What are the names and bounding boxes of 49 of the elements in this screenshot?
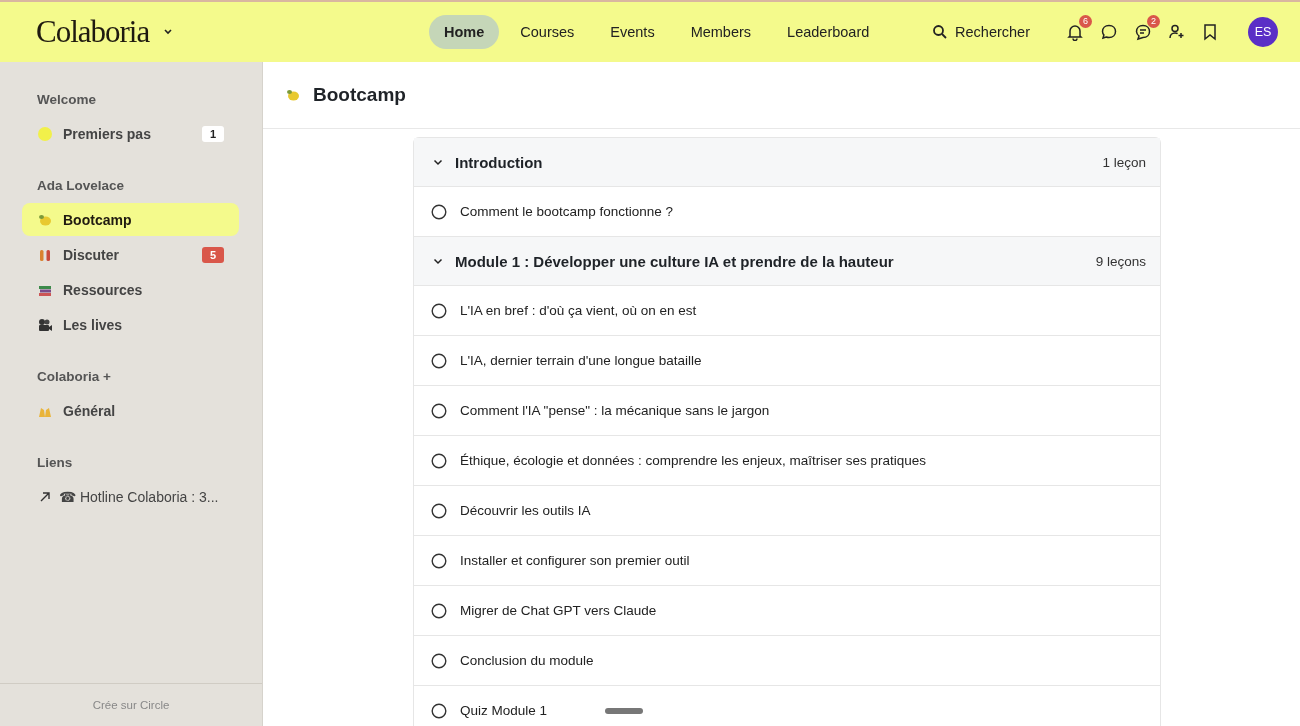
section-heading: Ada Lovelace — [36, 177, 126, 195]
dot-icon — [37, 125, 53, 142]
module-title: Module 1 : Développer une culture IA et prendre de la hauteur — [455, 252, 895, 270]
lesson-count: 9 leçons — [1095, 253, 1146, 269]
section-heading: Colaboria + — [36, 368, 112, 386]
lesson-item[interactable]: Migrer de Chat GPT vers Claude — [414, 586, 1160, 636]
nav-tab[interactable]: Courses — [505, 15, 590, 49]
chat-bubble-icon[interactable] — [1100, 23, 1118, 41]
bell-icon[interactable] — [1066, 23, 1084, 41]
sidebar-item[interactable]: Bootcamp — [22, 203, 239, 236]
page-title: Bootcamp — [313, 84, 406, 106]
nav-tab[interactable]: Members — [675, 15, 767, 49]
notification-count: 6 — [1079, 15, 1092, 28]
lesson-item[interactable]: L'IA, dernier terrain d'une longue bataille — [414, 336, 1160, 386]
sidebar-item[interactable]: Ressources — [22, 273, 239, 306]
lesson-item[interactable]: Découvrir les outils IA — [414, 486, 1160, 536]
sidebar-item[interactable]: Premiers pas 1 — [22, 117, 239, 150]
messages-icon[interactable] — [1134, 23, 1152, 41]
module-header[interactable]: Introduction 1 leçon — [414, 138, 1160, 187]
bookmark-icon[interactable] — [1202, 23, 1218, 41]
lesson-item[interactable]: Installer et configurer son premier outil — [414, 536, 1160, 586]
module-header[interactable]: Module 1 : Développer une culture IA et prendre de la hauteur 9 leçons — [414, 237, 1160, 286]
sidebar-item[interactable]: Général — [22, 394, 239, 427]
search-icon — [932, 24, 949, 40]
logo[interactable]: Colaboria — [36, 14, 150, 50]
lesson-count: 1 leçon — [1102, 154, 1146, 170]
lesson-item[interactable]: Comment l'IA "pense" : la mécanique sans le jargon — [414, 386, 1160, 436]
chevron-down-icon[interactable] — [163, 28, 174, 36]
count-badge: 5 — [201, 246, 224, 263]
lesson-item[interactable]: L'IA en bref : d'où ça vient, où on en est — [414, 286, 1160, 336]
lemon-icon — [285, 87, 301, 103]
search-button[interactable]: Rechercher — [932, 24, 1030, 40]
sidebar-item[interactable]: Discuter 5 — [22, 238, 239, 271]
nav-tab[interactable]: Home — [429, 15, 500, 49]
user-avatar[interactable]: ES — [1248, 17, 1278, 47]
sidebar-item[interactable]: Les lives — [22, 308, 239, 341]
message-count: 2 — [1147, 15, 1160, 28]
module-title: Introduction — [455, 153, 544, 171]
sidebar-item[interactable]: ☎ Hotline Colaboria : 3... — [22, 480, 239, 513]
nav-tab[interactable]: Events — [595, 15, 670, 49]
scroll-handle[interactable] — [605, 708, 643, 714]
camera-icon — [37, 316, 53, 333]
nav-tab[interactable]: Leaderboard — [772, 15, 885, 49]
add-user-icon[interactable] — [1168, 23, 1186, 41]
lesson-item[interactable]: Conclusion du module — [414, 636, 1160, 686]
count-badge: 1 — [201, 125, 224, 142]
section-heading: Liens — [36, 454, 74, 472]
section-heading: Welcome — [36, 91, 98, 109]
lesson-item[interactable]: Éthique, écologie et données : comprendre les enjeux, maîtriser ses pratiques — [414, 436, 1160, 486]
